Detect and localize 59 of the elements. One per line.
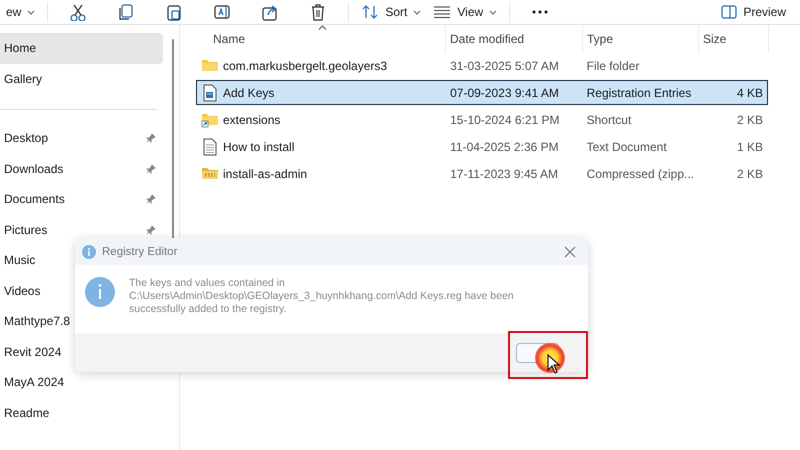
paste-icon[interactable] xyxy=(165,3,184,21)
sidebar-item[interactable]: Desktop xyxy=(0,123,163,154)
share-icon[interactable] xyxy=(261,3,280,21)
file-row[interactable]: com.markusbergelt.geolayers3 31-03-2025 5:07 AM File folder xyxy=(196,53,768,78)
file-row[interactable]: Add Keys 07-09-2023 9:41 AM Registration Entries 4 KB xyxy=(196,80,768,105)
date-modified: 17-11-2023 9:45 AM xyxy=(450,166,558,180)
new-button[interactable]: ew xyxy=(0,1,42,23)
list-icon xyxy=(433,5,452,19)
view-button[interactable]: View xyxy=(427,1,504,23)
file-name: install-as-admin xyxy=(223,166,308,180)
sidebar-item[interactable]: Readme xyxy=(0,398,163,428)
file-size: 1 KB xyxy=(736,140,763,154)
chevron-icon xyxy=(413,10,422,14)
file-row[interactable]: install-as-admin 17-11-2023 9:45 AM Compressed (zipp... 2 KB xyxy=(196,161,768,186)
sidebar-item[interactable]: Documents xyxy=(0,184,163,214)
preview-button[interactable]: Preview xyxy=(715,1,792,23)
date-modified: 15-10-2024 6:21 PM xyxy=(450,112,560,126)
cut-icon[interactable] xyxy=(69,3,88,21)
column-header[interactable]: Name xyxy=(196,25,446,53)
date-modified: 11-04-2025 2:36 PM xyxy=(450,140,559,154)
copy-icon[interactable] xyxy=(117,3,136,21)
date-modified: 31-03-2025 5:07 AM xyxy=(450,58,559,72)
file-type: Text Document xyxy=(586,140,667,154)
sidebar-item[interactable]: Pictures xyxy=(0,214,163,245)
file-size: 2 KB xyxy=(736,112,763,126)
sort-icon xyxy=(361,4,380,20)
file-name: Add Keys xyxy=(223,86,274,100)
panel-icon xyxy=(721,5,738,19)
registry-file-icon xyxy=(201,84,219,102)
close-icon[interactable] xyxy=(564,246,576,258)
chevron-icon xyxy=(27,10,36,14)
dialog-title: Registry Editor xyxy=(102,246,178,258)
column-header[interactable]: Date modified xyxy=(446,25,583,53)
file-size: 2 KB xyxy=(736,166,763,180)
file-type: File folder xyxy=(586,58,640,72)
sidebar-item[interactable]: Gallery xyxy=(0,64,163,94)
info-icon xyxy=(85,277,115,307)
date-modified: 07-09-2023 9:41 AM xyxy=(450,86,559,100)
column-header[interactable]: Type xyxy=(583,25,699,53)
file-size: 4 KB xyxy=(736,86,763,100)
sort-button[interactable]: Sort xyxy=(355,1,428,23)
file-name: com.markusbergelt.geolayers3 xyxy=(223,58,388,72)
file-type: Registration Entries xyxy=(586,86,692,100)
chevron-icon xyxy=(489,10,498,14)
info-icon xyxy=(82,244,96,258)
sidebar-item[interactable]: Home xyxy=(0,33,163,64)
file-name: extensions xyxy=(223,112,280,126)
file-type: Shortcut xyxy=(586,112,632,126)
file-name: How to install xyxy=(223,140,294,154)
more-icon[interactable] xyxy=(531,9,550,15)
column-header[interactable]: Size xyxy=(699,25,769,53)
file-row[interactable]: How to install 11-04-2025 2:36 PM Text Document 1 KB xyxy=(196,134,768,159)
file-row[interactable]: extensions 15-10-2024 6:21 PM Shortcut 2 KB xyxy=(196,107,768,132)
file-type: Compressed (zipp... xyxy=(586,166,694,180)
sort-caret-icon xyxy=(318,25,327,30)
sidebar-item[interactable]: Downloads xyxy=(0,154,163,184)
rename-icon[interactable] xyxy=(213,3,232,21)
dialog-message: The keys and values contained in C:\Users\Admin\Desktop\GEOlayers_3_huynhkhang.com\Add Keys.reg have been successfully added to the registry. xyxy=(129,277,515,317)
text-file-icon xyxy=(201,138,219,156)
